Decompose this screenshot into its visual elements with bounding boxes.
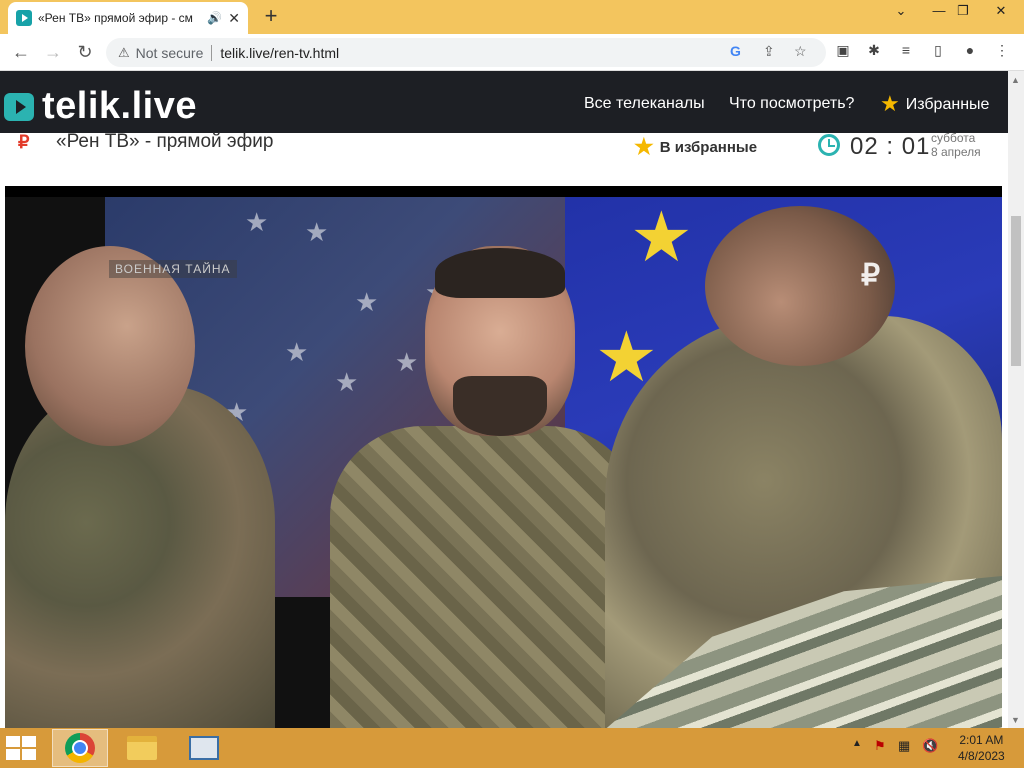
star-icon: ★ xyxy=(634,134,654,159)
browser-tab[interactable]: «Рен ТВ» прямой эфир - см 🔊 ✕ xyxy=(8,2,248,34)
current-time: 02 : 01 xyxy=(850,133,931,160)
computer-icon xyxy=(189,736,219,760)
nav-favorites[interactable]: ★ Избранные xyxy=(880,91,989,117)
add-to-favorites-label: В избранные xyxy=(659,139,758,156)
program-badge: ВОЕННАЯ ТАЙНА xyxy=(109,260,237,278)
forward-button[interactable]: → xyxy=(41,40,65,64)
tab-favicon-icon xyxy=(16,10,32,26)
site-header: telik.live Все телеканалы Что посмотреть… xyxy=(0,71,1008,133)
chrome-icon xyxy=(65,733,95,763)
security-label[interactable]: Not secure xyxy=(136,45,204,61)
menu-kebab-icon[interactable]: ⋮ xyxy=(992,42,1012,59)
channel-watermark-icon: ₽ xyxy=(861,259,881,292)
url-text[interactable]: telik.live/ren-tv.html xyxy=(220,45,339,61)
clock-icon xyxy=(818,134,840,156)
taskbar-chrome-button[interactable] xyxy=(52,729,108,767)
speaker-icon[interactable]: 🔊 xyxy=(207,11,222,25)
tv-play-icon xyxy=(4,92,34,121)
windows-start-icon[interactable] xyxy=(6,736,36,760)
google-lens-icon[interactable]: G xyxy=(730,43,741,59)
system-time: 2:01 AM xyxy=(959,733,1004,747)
new-tab-button[interactable]: + xyxy=(258,4,284,30)
profile-avatar-icon[interactable]: ● xyxy=(960,42,980,58)
reload-button[interactable]: ↻ xyxy=(73,40,97,64)
nav-favorites-label: Избранные xyxy=(905,96,990,113)
star-icon: ★ xyxy=(880,91,900,116)
body-armor-vest xyxy=(330,426,640,728)
tab-title: «Рен ТВ» прямой эфир - см xyxy=(38,11,193,25)
page-scrollbar[interactable]: ▲ ▼ xyxy=(1008,71,1024,728)
date: 8 апреля xyxy=(931,145,981,159)
browser-toolbar: ← → ↻ ⚠ Not secure telik.live/ren-tv.htm… xyxy=(0,34,1024,71)
extensions-puzzle-icon[interactable]: ✱ xyxy=(864,42,884,59)
central-figure-beard xyxy=(453,376,547,436)
folder-icon xyxy=(127,736,157,760)
scroll-down-icon[interactable]: ▼ xyxy=(1011,715,1020,725)
media-control-icon[interactable]: ≡ xyxy=(896,42,916,58)
windows-taskbar: ▲ ⚑ ▦ 🔇 2:01 AM 4/8/2023 xyxy=(0,728,1024,768)
site-logo[interactable]: telik.live xyxy=(4,85,197,128)
system-date: 4/8/2023 xyxy=(958,749,1005,763)
scrollbar-thumb[interactable] xyxy=(1011,216,1021,366)
system-clock[interactable]: 2:01 AM 4/8/2023 xyxy=(958,732,1005,764)
weekday: суббота xyxy=(931,131,976,145)
network-icon[interactable]: ▦ xyxy=(898,738,910,754)
bookmark-star-icon[interactable]: ☆ xyxy=(794,43,807,60)
address-divider xyxy=(211,44,213,61)
tab-search-button[interactable]: ⌄ xyxy=(884,0,918,24)
share-icon[interactable]: ⇪ xyxy=(763,43,775,60)
close-tab-icon[interactable]: ✕ xyxy=(228,10,240,27)
browser-tab-strip: «Рен ТВ» прямой эфир - см 🔊 ✕ + ⌄ — ❐ ✕ xyxy=(0,0,1024,34)
add-to-favorites-button[interactable]: ★ В избранные xyxy=(634,134,757,160)
site-logo-text: telik.live xyxy=(42,85,197,127)
back-button[interactable]: ← xyxy=(9,40,33,64)
channel-title: «Рен ТВ» - прямой эфир xyxy=(56,131,274,152)
address-bar[interactable]: ⚠ Not secure telik.live/ren-tv.html G ⇪ … xyxy=(106,38,826,67)
eu-star-icon: ★ xyxy=(630,198,693,276)
volume-muted-icon[interactable]: 🔇 xyxy=(922,738,938,754)
close-window-button[interactable]: ✕ xyxy=(984,0,1018,24)
video-top-bar xyxy=(5,186,1002,197)
video-player[interactable]: ★★ ★★ ★★ ★★ ★★ ★ ★ ВОЕННАЯ ТАЙНА ₽ xyxy=(5,186,1002,728)
central-figure-hair xyxy=(435,248,565,298)
action-center-flag-icon[interactable]: ⚑ xyxy=(874,738,886,754)
extension-icon[interactable]: ▣ xyxy=(833,42,853,59)
side-panel-icon[interactable]: ▯ xyxy=(928,42,948,59)
scroll-up-icon[interactable]: ▲ xyxy=(1011,75,1020,85)
warning-icon[interactable]: ⚠ xyxy=(118,45,130,61)
taskbar-computer-button[interactable] xyxy=(176,729,232,767)
taskbar-explorer-button[interactable] xyxy=(114,729,170,767)
date-info: суббота 8 апреля xyxy=(931,131,981,159)
nav-all-channels[interactable]: Все телеканалы xyxy=(584,95,705,113)
nav-what-to-watch[interactable]: Что посмотреть? xyxy=(729,95,854,113)
maximize-button[interactable]: ❐ xyxy=(946,0,980,24)
show-hidden-icons-icon[interactable]: ▲ xyxy=(852,738,862,749)
ren-tv-logo-icon: ₽ xyxy=(18,132,30,152)
